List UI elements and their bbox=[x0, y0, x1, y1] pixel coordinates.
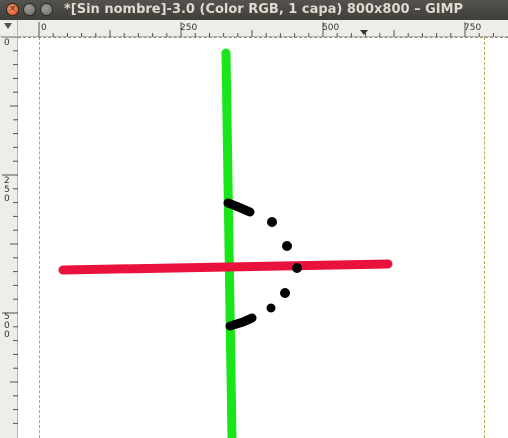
black-dot bbox=[292, 263, 302, 273]
hruler-label-750: 750 bbox=[464, 23, 481, 33]
horizontal-ruler-ticks: 0 250 500 750 bbox=[38, 22, 494, 37]
pointer-position-marker bbox=[360, 30, 368, 35]
vruler-label-0: 0 bbox=[4, 38, 10, 48]
vruler-label-250: 2 5 0 bbox=[4, 176, 10, 204]
drawing-layer bbox=[58, 48, 393, 438]
vertical-ruler-ticks bbox=[2, 37, 18, 424]
hruler-label-500: 500 bbox=[322, 23, 339, 33]
close-icon[interactable]: × bbox=[6, 3, 19, 16]
vruler-label-500: 5 0 0 bbox=[4, 312, 10, 340]
title-bar: × *[Sin nombre]-3.0 (Color RGB, 1 capa) … bbox=[0, 0, 508, 20]
black-dot bbox=[280, 288, 290, 298]
red-horizontal-stroke bbox=[58, 259, 393, 275]
hruler-label-250: 250 bbox=[180, 23, 197, 33]
horizontal-ruler[interactable]: 0 250 500 750 bbox=[18, 20, 508, 37]
black-dot bbox=[267, 217, 277, 227]
black-dot bbox=[266, 303, 276, 313]
minimize-icon[interactable] bbox=[23, 3, 36, 16]
green-vertical-stroke bbox=[221, 48, 237, 438]
black-dot bbox=[282, 241, 292, 251]
maximize-icon[interactable] bbox=[40, 3, 53, 16]
close-glyph: × bbox=[8, 4, 17, 14]
vertical-ruler[interactable]: 0 2 5 0 5 0 0 bbox=[0, 37, 18, 438]
image-canvas[interactable] bbox=[18, 37, 508, 438]
window-title: *[Sin nombre]-3.0 (Color RGB, 1 capa) 80… bbox=[64, 2, 464, 17]
navigate-icon[interactable] bbox=[0, 20, 18, 37]
hruler-label-0: 0 bbox=[41, 23, 47, 33]
